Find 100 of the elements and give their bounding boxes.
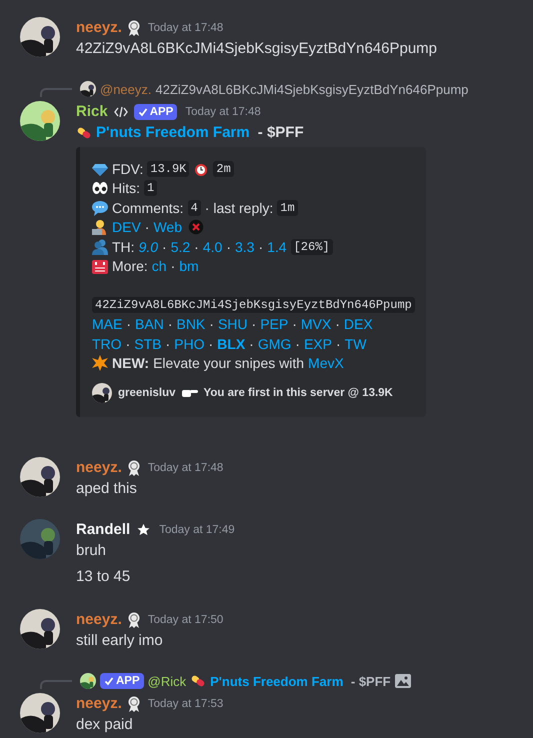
embed-link[interactable]: 1.4: [267, 238, 287, 255]
reply-link[interactable]: P'nuts Freedom Farm: [210, 674, 344, 688]
calendar-icon: [92, 258, 108, 274]
award-icon: [128, 696, 140, 712]
embed-link[interactable]: Web: [153, 219, 182, 236]
embed-link[interactable]: STB: [134, 336, 162, 352]
dot-separator: ·: [165, 336, 170, 352]
reply-bold-text: - $PFF: [350, 674, 391, 688]
eyes-icon: [92, 180, 108, 196]
reply-mention[interactable]: @Rick: [148, 674, 186, 688]
avatar[interactable]: [20, 101, 60, 141]
embed-text: More:: [112, 258, 148, 274]
embed-text: · last reply:: [204, 200, 274, 216]
dot-separator: ·: [336, 336, 341, 352]
app-label: APP: [150, 106, 174, 118]
dot-separator: ·: [249, 336, 254, 352]
message-text: 13 to 45: [76, 567, 132, 587]
dot-separator: ·: [126, 316, 132, 332]
pill-icon: [190, 673, 206, 689]
author-name[interactable]: Rick: [76, 103, 108, 120]
avatar[interactable]: [92, 383, 112, 403]
embed-link[interactable]: DEV: [112, 219, 141, 236]
embed-link[interactable]: BNK: [176, 316, 206, 332]
author-name[interactable]: neeyz.: [76, 695, 122, 712]
dot-separator: ·: [170, 258, 176, 274]
crossed-out-icon: [188, 219, 204, 236]
timestamp: Today at 17:50: [148, 614, 224, 626]
embed-link[interactable]: PHO: [174, 336, 204, 352]
embed-link[interactable]: SHU: [218, 316, 248, 332]
author-name[interactable]: neeyz.: [76, 459, 122, 476]
embed-link[interactable]: BAN: [135, 316, 164, 332]
embed-link[interactable]: MevX: [308, 355, 344, 372]
avatar[interactable]: [80, 673, 96, 689]
avatar[interactable]: [20, 693, 60, 733]
embed-link[interactable]: GMG: [258, 336, 292, 352]
timestamp: Today at 17:48: [148, 22, 224, 34]
embed-link[interactable]: TW: [344, 336, 366, 352]
app-label: APP: [116, 675, 140, 687]
embed-link[interactable]: 5.2: [170, 238, 190, 255]
author-name[interactable]: neeyz.: [76, 19, 122, 36]
dot-separator: ·: [252, 316, 256, 332]
embed-link[interactable]: 9.0: [138, 238, 158, 255]
reply-connector: [40, 680, 72, 689]
dot-separator: ·: [126, 336, 130, 352]
check-icon: [104, 676, 114, 686]
award-icon: [128, 460, 140, 476]
dot-separator: ·: [258, 238, 264, 255]
explosion-icon: [92, 355, 108, 372]
embed-text: FDV:: [112, 160, 144, 177]
footer-text: You are first in this server @ 13.9K: [204, 387, 393, 399]
code-chip: [26%]: [290, 238, 333, 255]
embed-link[interactable]: MVX: [300, 316, 332, 332]
people-icon: [92, 238, 108, 255]
timestamp: Today at 17:48: [185, 106, 261, 118]
embed-text: Elevate your snipes with: [153, 355, 304, 372]
avatar[interactable]: [20, 17, 60, 57]
star-icon: [136, 522, 152, 537]
timestamp: Today at 17:48: [148, 462, 224, 474]
dot-separator: ·: [194, 238, 199, 255]
embed-link[interactable]: BLX: [217, 336, 246, 352]
message-text: bruh: [76, 541, 108, 561]
reply-mention[interactable]: @neeyz.: [100, 82, 152, 96]
dot-separator: ·: [209, 316, 214, 332]
timestamp: Today at 17:53: [148, 698, 224, 710]
code-chip: 42ZiZ9vA8L6BKcJMi4SjebKsgisyEyztBdYn646Ppump: [92, 296, 415, 313]
author-name[interactable]: Randell: [76, 521, 130, 538]
dot-separator: ·: [226, 238, 231, 255]
avatar[interactable]: [20, 609, 60, 649]
embed-link[interactable]: ch: [152, 258, 167, 274]
code-chip: 13.9K: [147, 160, 190, 177]
embed-link[interactable]: PEP: [260, 316, 288, 332]
pill-icon: [76, 124, 92, 140]
embed-link[interactable]: DEX: [344, 316, 373, 332]
embed-link[interactable]: 3.3: [234, 238, 254, 255]
code-chip: 2m: [213, 160, 234, 177]
avatar[interactable]: [20, 457, 60, 497]
dot-separator: ·: [208, 336, 214, 352]
embed-link[interactable]: EXP: [304, 336, 332, 352]
check-icon: [138, 106, 148, 116]
avatar[interactable]: [80, 81, 96, 97]
embed-link[interactable]: 4.0: [202, 238, 222, 255]
message-text: 42ZiZ9vA8L6BKcJMi4SjebKsgisyEyztBdYn646Ppump: [76, 39, 438, 59]
award-icon: [128, 612, 140, 628]
message-text: dex paid: [76, 715, 134, 735]
code-chip: 4: [188, 200, 201, 216]
embed-link[interactable]: TRO: [92, 336, 122, 352]
message-text: aped this: [76, 479, 138, 499]
dot-separator: ·: [162, 238, 167, 255]
embed-link[interactable]: MAE: [92, 316, 122, 332]
image-icon: [394, 673, 411, 689]
title-link[interactable]: P'nuts Freedom Farm: [96, 124, 250, 141]
footer-name: greenisluv: [118, 387, 176, 399]
dot-separator: ·: [295, 336, 300, 352]
code-chip: 1m: [277, 200, 298, 216]
speech-bubble-icon: [92, 200, 108, 216]
embed-text: TH:: [112, 238, 135, 255]
reply-text[interactable]: 42ZiZ9vA8L6BKcJMi4SjebKsgisyEyztBdYn646Ppump: [156, 82, 468, 96]
author-name[interactable]: neeyz.: [76, 611, 122, 628]
embed-link[interactable]: bm: [179, 258, 199, 274]
dot-separator: ·: [335, 316, 340, 332]
